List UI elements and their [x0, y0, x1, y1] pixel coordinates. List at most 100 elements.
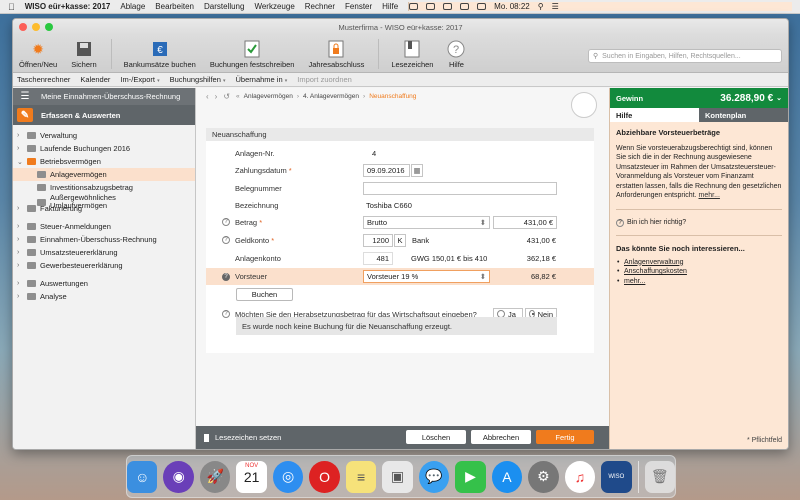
safari-icon[interactable]: ◎	[272, 460, 304, 493]
link-mehr[interactable]: mehr...	[616, 277, 782, 287]
help-icon[interactable]: ?	[222, 272, 230, 281]
menu-fenster[interactable]: Fenster	[345, 2, 372, 11]
bookmarks-button[interactable]: Lesezeichen	[391, 40, 433, 69]
minimize-icon[interactable]	[32, 23, 40, 31]
help-icon[interactable]: ?	[222, 310, 230, 318]
chevron-right-icon[interactable]: ›	[17, 132, 27, 139]
sidebar-item-analyse[interactable]: › Analyse	[13, 290, 195, 303]
sidebar-section[interactable]: ✎ Erfassen & Auswerten	[13, 105, 195, 125]
betrag-type-select[interactable]: Brutto ⬍	[363, 215, 490, 229]
save-button[interactable]: Sichern	[71, 40, 97, 69]
round-action-button[interactable]	[571, 92, 597, 118]
tab-kontenplan[interactable]: Kontenplan	[699, 108, 788, 122]
cancel-button[interactable]: Abbrechen	[471, 430, 531, 444]
chevron-right-icon[interactable]: ›	[17, 262, 27, 269]
link-anlagenverwaltung[interactable]: Anlagenverwaltung	[616, 258, 782, 268]
betrag-field[interactable]: 431,00 €	[493, 215, 557, 229]
zahlungsdatum-field[interactable]: 09.09.2016	[363, 163, 410, 177]
opera-icon[interactable]: O	[309, 460, 340, 493]
battery-icon[interactable]	[477, 3, 487, 10]
status-icon[interactable]	[426, 3, 436, 10]
notes-icon[interactable]: ≡	[345, 460, 377, 493]
menu-import-export[interactable]: Im-/Export ▾	[120, 75, 159, 84]
annual-closing-button[interactable]: Jahresabschluss	[308, 40, 364, 69]
sidebar-item-steuer[interactable]: › Steuer-Anmeldungen	[13, 220, 195, 233]
chevron-right-icon[interactable]: ›	[17, 145, 27, 152]
app-store-icon[interactable]: A	[491, 460, 523, 493]
chevron-right-icon[interactable]: ›	[17, 223, 27, 230]
calendar-icon[interactable]: NOV 21	[236, 460, 267, 493]
trash-icon[interactable]: 🗑	[644, 460, 675, 493]
chevron-right-icon[interactable]: ›	[17, 280, 27, 287]
help-icon[interactable]: ?	[222, 218, 230, 226]
help-more-link[interactable]: mehr...	[699, 192, 720, 199]
menu-hilfe[interactable]: Hilfe	[382, 2, 398, 11]
chevron-right-icon[interactable]: ›	[17, 293, 27, 300]
delete-button[interactable]: Löschen	[406, 430, 466, 444]
bank-transactions-button[interactable]: € Bankumsätze buchen	[124, 40, 196, 69]
sidebar-item-laufende[interactable]: › Laufende Buchungen 2016	[13, 142, 195, 155]
buchen-button[interactable]: Buchen	[236, 288, 293, 301]
finish-button[interactable]: Fertig	[536, 430, 594, 444]
menu-transfer[interactable]: Übernahme in ▾	[236, 75, 288, 84]
breadcrumb-item[interactable]: Anlagevermögen	[244, 93, 293, 100]
menu-calendar[interactable]: Kalender	[80, 75, 110, 84]
help-icon[interactable]: ?	[222, 236, 230, 244]
messages-icon[interactable]: 💬	[418, 460, 450, 493]
apple-icon[interactable]: 	[8, 2, 15, 12]
chevron-right-icon[interactable]: ›	[17, 236, 27, 243]
wifi-icon[interactable]	[460, 3, 470, 10]
sidebar-header[interactable]: ☰ Meine Einnahmen-Überschuss-Rechnung	[13, 88, 195, 105]
finder-icon[interactable]: ☺	[127, 460, 158, 493]
status-icon[interactable]	[443, 3, 453, 10]
menu-app-name[interactable]: WISO eür+kasse: 2017	[25, 2, 111, 11]
menu-bearbeiten[interactable]: Bearbeiten	[155, 2, 194, 11]
sidebar-item-anlagevermoegen[interactable]: Anlagevermögen	[13, 168, 195, 181]
menu-ablage[interactable]: Ablage	[120, 2, 145, 11]
link-anschaffungskosten[interactable]: Anschaffungskosten	[616, 267, 782, 277]
belegnummer-field[interactable]	[363, 181, 557, 195]
sidebar-item-auswertungen[interactable]: › Auswertungen	[13, 277, 195, 290]
sidebar-item-betriebsvermoegen[interactable]: ⌄ Betriebsvermögen	[13, 155, 195, 168]
menu-calculator[interactable]: Taschenrechner	[17, 75, 70, 84]
profit-bar[interactable]: Gewinn 36.288,90 € ⌄	[610, 88, 788, 108]
calendar-icon[interactable]: ▦	[411, 163, 423, 177]
chevron-right-icon[interactable]: ›	[17, 205, 27, 212]
search-icon[interactable]: ⚲	[538, 2, 544, 11]
menu-import-assign[interactable]: Import zuordnen	[297, 75, 352, 84]
sidebar-item-gewst[interactable]: › Gewerbesteuererklärung	[13, 259, 195, 272]
chevron-down-icon[interactable]: ⌄	[17, 158, 27, 166]
anlagenkonto-field[interactable]: 481	[363, 251, 393, 265]
am-i-right-link[interactable]: ? Bin ich hier richtig?	[616, 218, 782, 228]
facetime-icon[interactable]: ▶	[455, 460, 486, 493]
tab-hilfe[interactable]: Hilfe	[610, 108, 699, 122]
preview-icon[interactable]: ▣	[382, 460, 413, 493]
status-icon[interactable]	[409, 3, 419, 10]
konto-lookup-button[interactable]: K	[394, 233, 406, 247]
chevron-right-icon[interactable]: ›	[17, 249, 27, 256]
open-new-button[interactable]: ✹ Öffnen/Neu	[19, 40, 57, 70]
geldkonto-field[interactable]: 1200	[363, 233, 393, 247]
close-icon[interactable]	[19, 23, 27, 31]
menu-darstellung[interactable]: Darstellung	[204, 2, 244, 11]
siri-icon[interactable]: ◉	[163, 460, 194, 493]
set-bookmark-button[interactable]: Lesezeichen setzen	[204, 433, 281, 442]
menubar-clock[interactable]: Mo. 08:22	[494, 2, 530, 11]
wiso-app-icon[interactable]: WISO	[601, 460, 632, 493]
sidebar-item-eur[interactable]: › Einnahmen-Überschuss-Rechnung	[13, 233, 195, 246]
sidebar-item-ust[interactable]: › Umsatzsteuererklärung	[13, 246, 195, 259]
list-icon[interactable]: ☰	[552, 2, 559, 11]
vorsteuer-select[interactable]: Vorsteuer 19 % ⬍	[363, 270, 490, 283]
itunes-icon[interactable]: ♫	[564, 460, 596, 493]
help-button[interactable]: ? Hilfe	[447, 40, 465, 69]
breadcrumb-item[interactable]: 4. Anlagevermögen	[303, 93, 359, 100]
finalize-bookings-button[interactable]: Buchungen festschreiben	[210, 40, 294, 69]
menu-rechner[interactable]: Rechner	[305, 2, 335, 11]
history-icon[interactable]: ↺	[223, 92, 230, 101]
search-input[interactable]: ⚲ Suchen in Eingaben, Hilfen, Rechtsquel…	[588, 49, 782, 63]
menu-werkzeuge[interactable]: Werkzeuge	[254, 2, 294, 11]
menu-booking-aids[interactable]: Buchungshilfen ▾	[170, 75, 226, 84]
back-icon[interactable]: ‹	[206, 92, 209, 101]
sidebar-item-verwaltung[interactable]: › Verwaltung	[13, 129, 195, 142]
forward-icon[interactable]: ›	[215, 92, 218, 101]
